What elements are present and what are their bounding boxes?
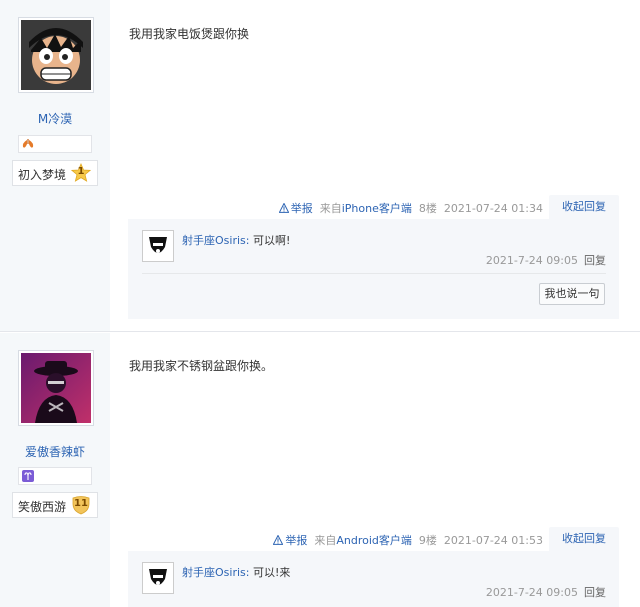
post-time: 2021-07-24 01:53 [443,534,543,547]
reply-area: 射手座Osiris: 可以!来 2021-7-24 09:05 回复 [128,551,619,607]
fold-replies-button[interactable]: 收起回复 [549,527,619,551]
add-comment-button[interactable]: 我也说一句 [539,283,605,305]
reply-divider [142,273,606,274]
level-number: 1 [77,166,85,177]
post-content: 我用我家电饭煲跟你换 [129,27,250,41]
lungs-badge-icon[interactable] [22,138,34,150]
author-avatar[interactable] [18,17,94,93]
floor-number: 8楼 [418,202,437,215]
report-label: 举报 [290,202,313,215]
reply-author-name: 射手座Osiris [182,234,246,247]
reply-link[interactable]: 回复 [584,254,606,267]
reply-meta: 2021-7-24 09:05 回复 [486,252,606,268]
client-link[interactable]: iPhone客户端 [342,202,412,215]
warning-icon [273,535,284,545]
author-sidebar: 爱傲香辣虾 笑傲西游 11 [0,333,110,607]
post-tail: 举报 来自Android客户端 9楼 2021-07-24 01:53 收起回复 [128,527,619,551]
post-time: 2021-07-24 01:34 [443,202,543,215]
tail-info: 举报 来自Android客户端 9楼 2021-07-24 01:53 [273,532,543,548]
client-link[interactable]: Android客户端 [336,534,412,547]
post-tail: 举报 来自iPhone客户端 8楼 2021-07-24 01:34 收起回复 [128,195,619,219]
report-label: 举报 [285,534,308,547]
post-content: 我用我家不锈钢盆跟你换。 [129,359,274,373]
aries-badge-icon[interactable] [22,470,34,482]
author-sidebar: M冷漠 初入梦境 1 [0,0,110,331]
floor-number: 9楼 [418,534,437,547]
reply-meta: 2021-7-24 09:05 回复 [486,584,606,600]
fold-replies-button[interactable]: 收起回复 [549,195,619,219]
level-title: 笑傲西游 [18,500,67,514]
reply-avatar-image [143,231,173,261]
client-prefix: 来自 [319,202,342,215]
reply-text: 可以!来 [252,566,291,579]
reply-avatar[interactable] [142,562,174,594]
reply-author[interactable]: 射手座Osiris: 可以啊! [182,232,290,248]
client-prefix: 来自 [314,534,337,547]
reply-text: 可以啊! [252,234,291,247]
reply-link[interactable]: 回复 [584,586,606,599]
reply-time: 2021-7-24 09:05 [485,586,578,599]
level-badge[interactable]: 初入梦境 1 [12,160,98,186]
reply-item: 射手座Osiris: 可以啊! 2021-7-24 09:05 回复 [142,230,606,270]
reply-avatar[interactable] [142,230,174,262]
reply-author-name: 射手座Osiris [182,566,246,579]
author-name[interactable]: M冷漠 [0,110,110,127]
author-name[interactable]: 爱傲香辣虾 [0,443,110,460]
level-number: 11 [74,498,88,509]
post-floor-8: M冷漠 初入梦境 1 我用我家电饭煲跟你换 举报 来自iPhone客户端 8楼 … [0,0,640,332]
avatar-image [21,353,91,423]
level-title: 初入梦境 [18,168,67,182]
reply-author[interactable]: 射手座Osiris: 可以!来 [182,564,290,580]
post-floor-9: 爱傲香辣虾 笑傲西游 11 我用我家不锈钢盆跟你换。 举报 来自Android客… [0,333,640,607]
reply-area: 射手座Osiris: 可以啊! 2021-7-24 09:05 回复 我也说一句 [128,219,619,319]
tail-info: 举报 来自iPhone客户端 8楼 2021-07-24 01:34 [278,200,543,216]
reply-time: 2021-7-24 09:05 [485,254,578,267]
report-link[interactable]: 举报 [278,202,313,215]
level-badge[interactable]: 笑傲西游 11 [12,492,98,518]
badge-bar [18,467,92,485]
author-avatar[interactable] [18,350,94,426]
reply-avatar-image [143,563,173,593]
reply-item: 射手座Osiris: 可以!来 2021-7-24 09:05 回复 [142,562,606,602]
report-link[interactable]: 举报 [273,534,307,547]
avatar-image [21,20,91,90]
warning-icon [278,203,289,213]
badge-bar [18,135,92,153]
